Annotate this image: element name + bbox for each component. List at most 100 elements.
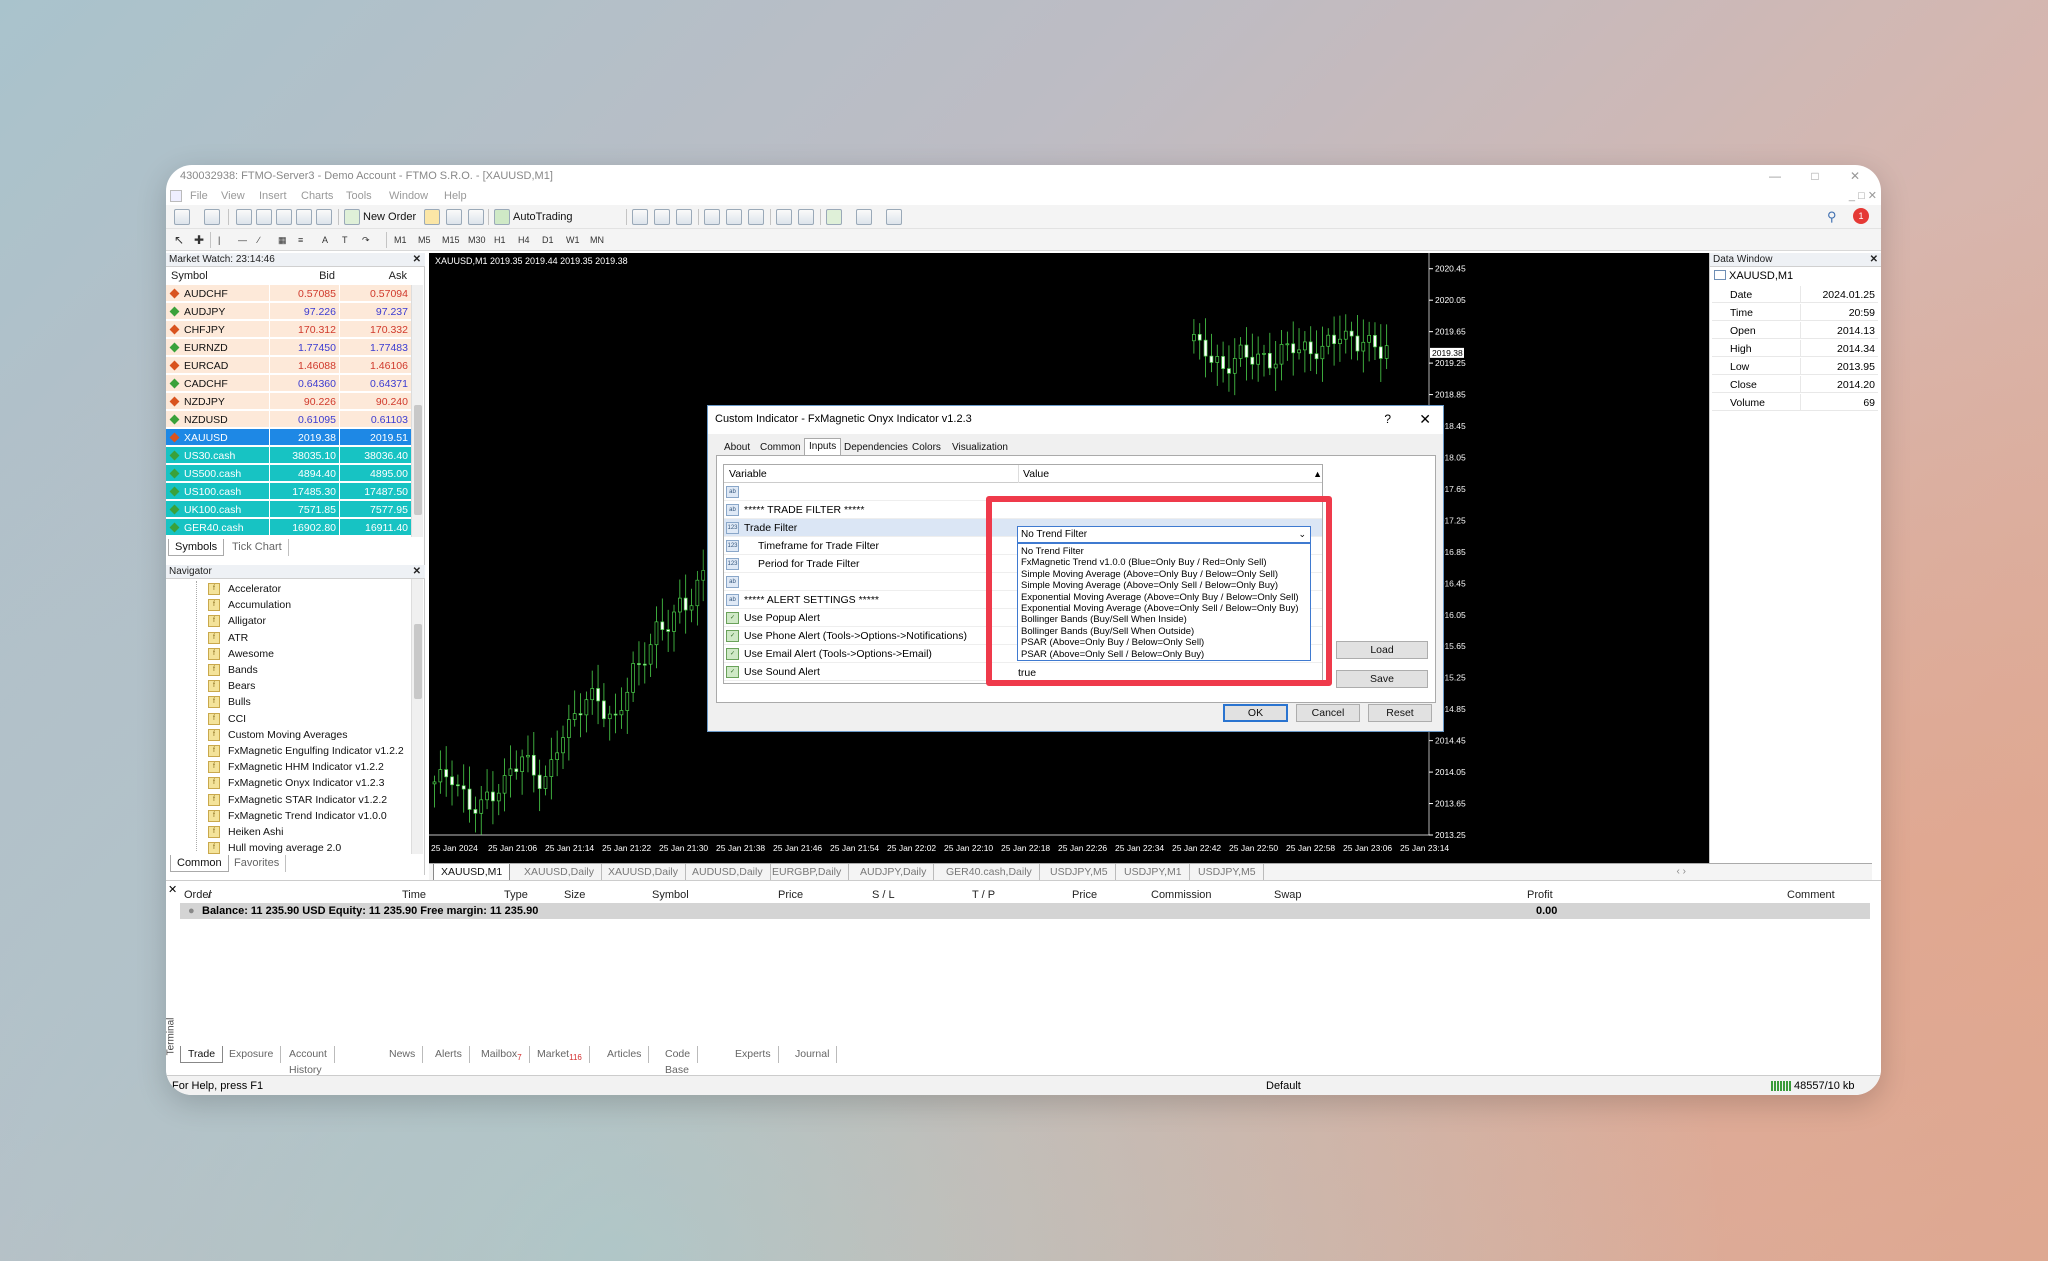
auto-scroll-icon[interactable]	[776, 209, 792, 225]
new-order-button[interactable]: New Order	[363, 209, 416, 225]
navigator-indicator[interactable]: f FxMagnetic STAR Indicator v1.2.2	[208, 792, 387, 808]
market-watch-row[interactable]: GER40.cash 16902.80 16911.40	[166, 519, 411, 537]
fibonacci-icon[interactable]: ≡	[298, 232, 303, 248]
navigator-indicator[interactable]: f Accumulation	[208, 597, 291, 613]
chart-tab[interactable]: AUDUSD,Daily	[685, 864, 771, 881]
col-value[interactable]: Value	[1018, 465, 1049, 483]
terminal-col[interactable]: Price	[1072, 889, 1097, 901]
chart-tab[interactable]: XAUUSD,Daily	[601, 864, 687, 881]
menu-tools[interactable]: Tools	[346, 187, 372, 205]
chart-tab[interactable]: USDJPY,M5	[1043, 864, 1116, 881]
reset-button[interactable]: Reset	[1368, 704, 1432, 722]
bar-chart-icon[interactable]	[632, 209, 648, 225]
scroll-up-icon[interactable]: ▲	[1313, 465, 1322, 483]
tf-h4[interactable]: H4	[518, 232, 530, 248]
navigator-indicator[interactable]: f Alligator	[208, 613, 266, 629]
navigator-indicator[interactable]: f ATR	[208, 630, 248, 646]
navigator-indicator[interactable]: f Awesome	[208, 646, 274, 662]
tf-d1[interactable]: D1	[542, 232, 554, 248]
market-watch-row[interactable]: NZDUSD 0.61095 0.61103	[166, 411, 411, 429]
dropdown-option[interactable]: PSAR (Above=Only Sell / Below=Only Buy)	[1018, 649, 1310, 660]
autotrading-button[interactable]: AutoTrading	[513, 209, 573, 225]
menu-help[interactable]: Help	[444, 187, 467, 205]
dropdown-option[interactable]: Bollinger Bands (Buy/Sell When Outside)	[1018, 626, 1310, 637]
market-watch-row[interactable]: NZDJPY 90.226 90.240	[166, 393, 411, 411]
dialog-tab[interactable]: Visualization	[948, 440, 1012, 456]
terminal-tab[interactable]: News	[382, 1046, 424, 1063]
chevron-down-icon[interactable]: ⌄	[1298, 527, 1306, 542]
terminal-col[interactable]: /	[208, 889, 211, 901]
text-icon[interactable]: A	[322, 232, 328, 248]
dropdown-option[interactable]: Simple Moving Average (Above=Only Buy / …	[1018, 569, 1310, 580]
tf-m5[interactable]: M5	[418, 232, 431, 248]
tab-symbols[interactable]: Symbols	[168, 539, 225, 556]
maximize-button[interactable]: □	[1795, 165, 1835, 187]
navigator-indicator[interactable]: f FxMagnetic Onyx Indicator v1.2.3	[208, 775, 384, 791]
minimize-button[interactable]: —	[1755, 165, 1795, 187]
notification-badge[interactable]: 1	[1853, 208, 1869, 224]
dropdown-option[interactable]: PSAR (Above=Only Buy / Below=Only Sell)	[1018, 637, 1310, 648]
terminal-col[interactable]: Size	[564, 889, 585, 901]
close-icon[interactable]: ✕	[413, 253, 421, 267]
periods-icon[interactable]	[856, 209, 872, 225]
data-window-icon[interactable]	[256, 209, 272, 225]
terminal-col[interactable]: Swap	[1274, 889, 1302, 901]
tf-m30[interactable]: M30	[468, 232, 486, 248]
horizontal-line-icon[interactable]: —	[238, 232, 247, 248]
tile-windows-icon[interactable]	[748, 209, 764, 225]
market-watch-row[interactable]: EURCAD 1.46088 1.46106	[166, 357, 411, 375]
market-icon[interactable]	[468, 209, 484, 225]
tf-m15[interactable]: M15	[442, 232, 460, 248]
tab-common[interactable]: Common	[170, 855, 229, 872]
zoom-out-icon[interactable]	[726, 209, 742, 225]
tab-favorites[interactable]: Favorites	[228, 855, 287, 872]
col-variable[interactable]: Variable	[729, 465, 767, 483]
terminal-col[interactable]: Comment	[1787, 889, 1835, 901]
new-order-icon[interactable]	[344, 209, 360, 225]
market-watch-row[interactable]: XAUUSD 2019.38 2019.51	[166, 429, 411, 447]
terminal-icon[interactable]	[296, 209, 312, 225]
close-dialog-icon[interactable]: ✕	[1419, 406, 1431, 432]
indicators-icon[interactable]	[826, 209, 842, 225]
market-watch-scrollbar[interactable]	[411, 285, 423, 537]
navigator-indicator[interactable]: f Bands	[208, 662, 258, 678]
dialog-tab[interactable]: Inputs	[804, 438, 842, 455]
close-icon[interactable]: ✕	[168, 883, 177, 896]
trendline-icon[interactable]: ∕	[258, 232, 260, 248]
terminal-col[interactable]: Symbol	[652, 889, 689, 901]
menu-charts[interactable]: Charts	[301, 187, 333, 205]
chart-tab[interactable]: USDJPY,M1	[1117, 864, 1190, 881]
crosshair-icon[interactable]: ✚	[194, 232, 204, 248]
close-icon[interactable]: ✕	[1870, 253, 1878, 267]
dialog-tab[interactable]: Dependencies	[840, 440, 912, 456]
terminal-col[interactable]: S / L	[872, 889, 895, 901]
tf-mn[interactable]: MN	[590, 232, 604, 248]
navigator-indicator[interactable]: f CCI	[208, 711, 246, 727]
terminal-col[interactable]: Type	[504, 889, 528, 901]
terminal-col[interactable]: Price	[778, 889, 803, 901]
dialog-tab[interactable]: About	[720, 440, 754, 456]
save-button[interactable]: Save	[1336, 670, 1428, 688]
cursor-icon[interactable]: ↖	[174, 232, 184, 248]
navigator-icon[interactable]	[276, 209, 292, 225]
navigator-indicator[interactable]: f Hull moving average 2.0	[208, 840, 341, 856]
terminal-tab[interactable]: Articles	[600, 1046, 650, 1063]
dialog-tab[interactable]: Colors	[908, 440, 945, 456]
navigator-indicator[interactable]: f Heiken Ashi	[208, 824, 283, 840]
terminal-tab[interactable]: Experts	[728, 1046, 779, 1063]
line-chart-icon[interactable]	[676, 209, 692, 225]
vertical-line-icon[interactable]: |	[218, 232, 220, 248]
terminal-col[interactable]: Commission	[1151, 889, 1212, 901]
navigator-indicator[interactable]: f Custom Moving Averages	[208, 727, 347, 743]
chart-tab[interactable]: USDJPY,M5	[1191, 864, 1264, 881]
market-watch-row[interactable]: AUDJPY 97.226 97.237	[166, 303, 411, 321]
dropdown-option[interactable]: FxMagnetic Trend v1.0.0 (Blue=Only Buy /…	[1018, 557, 1310, 568]
terminal-tab[interactable]: Trade	[180, 1046, 224, 1063]
autotrading-icon[interactable]	[494, 209, 510, 225]
terminal-col[interactable]: T / P	[972, 889, 995, 901]
market-watch-row[interactable]: US30.cash 38035.10 38036.40	[166, 447, 411, 465]
col-bid[interactable]: Bid	[319, 267, 335, 285]
menu-window[interactable]: Window	[389, 187, 428, 205]
market-watch-row[interactable]: CHFJPY 170.312 170.332	[166, 321, 411, 339]
metaeditor-icon[interactable]	[424, 209, 440, 225]
